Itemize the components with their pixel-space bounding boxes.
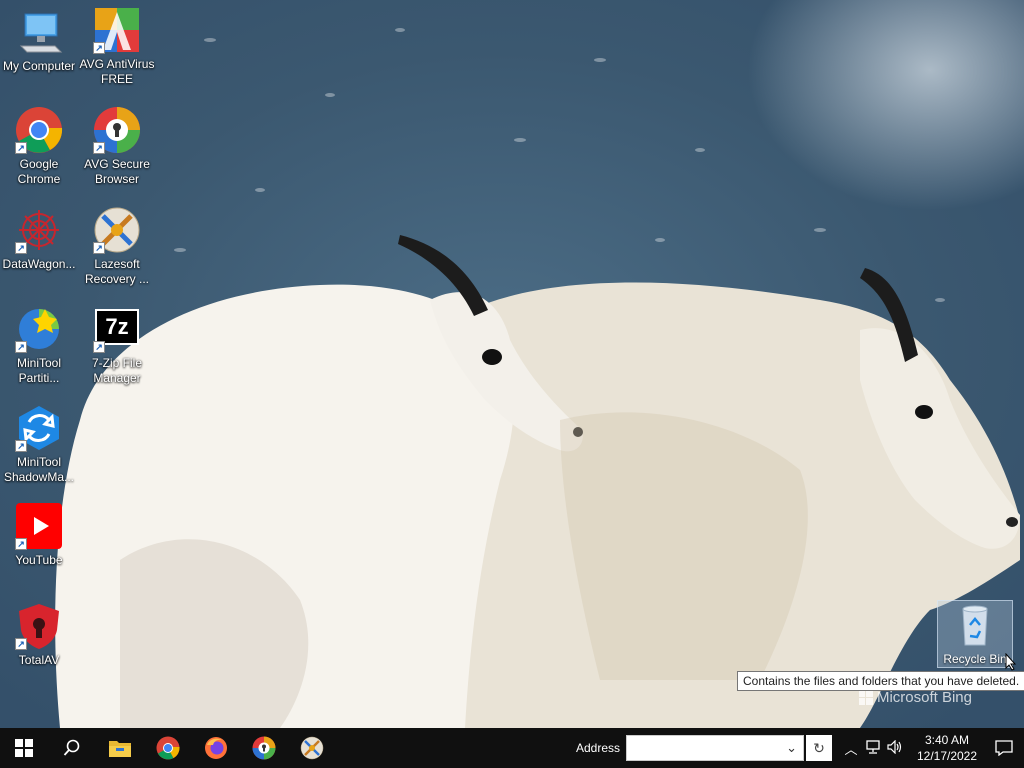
refresh-icon: ↻ — [813, 739, 825, 756]
show-hidden-icons-chevron-up-icon[interactable]: ︿ — [840, 739, 862, 758]
desktop-icon-google-chrome[interactable]: ↗ Google Chrome — [0, 106, 78, 187]
desktop-icon-label: TotalAV — [18, 653, 60, 667]
desktop-icon-label: YouTube — [15, 553, 63, 567]
youtube-icon: ↗ — [15, 502, 63, 550]
taskbar-lazesoft[interactable] — [288, 728, 336, 768]
shortcut-arrow-icon: ↗ — [15, 242, 27, 254]
computer-icon — [15, 8, 63, 56]
desktop-icon-datawagon[interactable]: ↗ DataWagon... — [0, 206, 78, 272]
totalav-icon: ↗ — [15, 602, 63, 650]
bing-watermark-text: Microsoft Bing — [876, 689, 972, 706]
search-icon — [63, 739, 80, 756]
address-input[interactable]: ⌄ — [626, 735, 804, 761]
shortcut-arrow-icon: ↗ — [15, 440, 27, 452]
datawagon-icon: ↗ — [15, 206, 63, 254]
shortcut-arrow-icon: ↗ — [15, 142, 27, 154]
desktop-icon-7zip[interactable]: 7z ↗ 7-Zip File Manager — [78, 305, 156, 386]
minitool-partition-icon: ↗ — [15, 305, 63, 353]
notification-icon — [995, 740, 1013, 756]
mouse-cursor-icon — [1005, 653, 1017, 671]
shortcut-arrow-icon: ↗ — [15, 341, 27, 353]
taskbar-chrome[interactable] — [144, 728, 192, 768]
desktop-icon-label: MiniTool ShadowMa... — [3, 455, 75, 484]
avg-browser-icon: ↗ — [93, 106, 141, 154]
taskbar-clock[interactable]: 3:40 AM 12/17/2022 — [910, 732, 984, 764]
search-button[interactable] — [48, 728, 96, 768]
chevron-down-icon[interactable]: ⌄ — [786, 740, 797, 756]
clock-date: 12/17/2022 — [916, 749, 978, 763]
desktop-icon-label: MiniTool Partiti... — [16, 356, 61, 385]
clock-time: 3:40 AM — [924, 733, 970, 747]
taskbar-avg-browser[interactable] — [240, 728, 288, 768]
firefox-icon — [205, 737, 227, 759]
desktop-icon-label: AVG AntiVirus FREE — [79, 57, 155, 86]
desktop-icon-label: Google Chrome — [17, 157, 61, 186]
7zip-icon: 7z ↗ — [93, 305, 141, 353]
desktop-icon-label: My Computer — [2, 59, 76, 73]
network-icon[interactable] — [862, 739, 884, 757]
shortcut-arrow-icon: ↗ — [15, 638, 27, 650]
avg-antivirus-icon: ↗ — [93, 6, 141, 54]
lazesoft-icon: ↗ — [93, 206, 141, 254]
bing-watermark: Microsoft Bing — [858, 689, 972, 706]
desktop-icon-totalav[interactable]: ↗ TotalAV — [0, 602, 78, 668]
taskbar-firefox[interactable] — [192, 728, 240, 768]
chrome-icon — [156, 736, 180, 760]
recycle-bin-tooltip: Contains the files and folders that you … — [737, 671, 1024, 691]
shortcut-arrow-icon: ↗ — [93, 242, 105, 254]
shortcut-arrow-icon: ↗ — [93, 142, 105, 154]
address-toolbar-label: Address — [575, 741, 620, 755]
avg-browser-icon — [252, 736, 276, 760]
desktop-icon-avg-secure-browser[interactable]: ↗ AVG Secure Browser — [78, 106, 156, 187]
taskbar: Address ⌄ ↻ ︿ 3:40 AM 12/17/2022 — [0, 728, 1024, 768]
system-tray: ︿ — [840, 728, 906, 768]
lazesoft-icon — [300, 736, 324, 760]
desktop-icon-recycle-bin[interactable]: Recycle Bin — [937, 600, 1013, 668]
desktop-icon-label: Recycle Bin — [943, 652, 1007, 666]
taskbar-file-explorer[interactable] — [96, 728, 144, 768]
desktop-icon-youtube[interactable]: ↗ YouTube — [0, 502, 78, 568]
volume-icon[interactable] — [884, 739, 906, 757]
desktop-icon-minitool-shadowmaker[interactable]: ↗ MiniTool ShadowMa... — [0, 404, 78, 485]
address-refresh-button[interactable]: ↻ — [806, 735, 832, 761]
desktop-icon-avg-antivirus[interactable]: ↗ AVG AntiVirus FREE — [78, 6, 156, 87]
shortcut-arrow-icon: ↗ — [15, 538, 27, 550]
shortcut-arrow-icon: ↗ — [93, 341, 105, 353]
start-icon — [15, 739, 33, 757]
desktop-icon-lazesoft[interactable]: ↗ Lazesoft Recovery ... — [78, 206, 156, 287]
shortcut-arrow-icon: ↗ — [93, 42, 105, 54]
minitool-shadowmaker-icon: ↗ — [15, 404, 63, 452]
action-center-button[interactable] — [984, 728, 1024, 768]
chrome-icon: ↗ — [15, 106, 63, 154]
desktop-icon-label: Lazesoft Recovery ... — [84, 257, 150, 286]
start-button[interactable] — [0, 728, 48, 768]
desktop-icon-minitool-partition[interactable]: ↗ MiniTool Partiti... — [0, 305, 78, 386]
file-explorer-icon — [109, 741, 131, 757]
desktop-icon-label: DataWagon... — [2, 257, 76, 271]
desktop-icon-label: AVG Secure Browser — [84, 157, 150, 186]
desktop-icon-my-computer[interactable]: My Computer — [0, 8, 78, 74]
microsoft-logo-icon — [858, 690, 873, 705]
desktop-icon-label: 7-Zip File Manager — [91, 356, 142, 385]
recycle-bin-icon — [951, 601, 999, 649]
7zip-logo: 7z — [95, 309, 139, 345]
